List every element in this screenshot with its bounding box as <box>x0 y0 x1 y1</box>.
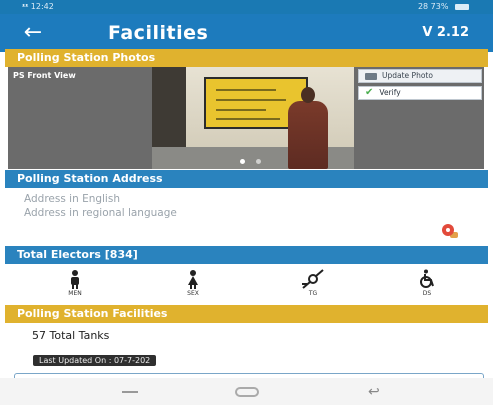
elector-third-gender: TG <box>283 269 343 297</box>
update-photo-label: Update Photo <box>382 71 433 80</box>
sign-line <box>216 118 280 120</box>
total-tanks-text: 57 Total Tanks <box>32 329 110 342</box>
person-head <box>301 87 315 103</box>
elector-men: MEN <box>45 269 105 297</box>
check-icon: ✔ <box>365 87 374 98</box>
back-button[interactable]: ← <box>18 20 48 46</box>
sign-line <box>216 99 286 101</box>
home-button[interactable] <box>232 384 262 400</box>
verify-label: Verify <box>379 88 401 97</box>
elector-label: MEN <box>68 290 82 297</box>
sign-line <box>216 109 266 111</box>
recents-icon <box>122 391 138 393</box>
section-header-address: Polling Station Address <box>5 170 488 188</box>
female-icon <box>188 270 198 289</box>
system-back-button[interactable]: ↩ <box>363 384 393 400</box>
battery-percent: 28 73% <box>417 2 451 11</box>
last-updated-badge: Last Updated On : 07-7-202 <box>33 355 157 366</box>
photo-person <box>278 87 338 169</box>
electors-row: MEN SEX TG DS <box>5 265 488 305</box>
wheelchair-icon <box>420 269 434 288</box>
photo-label: PS Front View <box>13 71 76 80</box>
elector-disabled: DS <box>397 269 457 297</box>
section-header-facilities: Polling Station Facilities <box>5 305 488 323</box>
verify-button[interactable]: ✔ Verify <box>358 86 482 100</box>
back-arrow-icon: ↩ <box>368 384 380 400</box>
address-regional: Address in regional language <box>24 207 177 219</box>
app-bar: ← Facilities V 2.12 <box>0 14 493 52</box>
photo-panel: PS Front View Update Photo ✔ Verify <box>8 67 484 169</box>
status-time: ᵜᵜ 12:42 <box>22 2 54 11</box>
elector-label: SEX <box>187 290 199 297</box>
sign-line <box>216 89 276 91</box>
section-header-photos: Polling Station Photos <box>5 49 488 67</box>
camera-icon <box>365 72 377 80</box>
elector-women: SEX <box>163 269 223 297</box>
status-bar: ᵜᵜ 12:42 28 73% <box>0 0 493 14</box>
status-battery: 28 73% <box>418 2 469 11</box>
home-icon <box>235 387 259 397</box>
person-body <box>288 101 328 169</box>
version-label: V 2.12 <box>422 25 469 40</box>
pager-dot <box>256 159 261 164</box>
pin-center <box>446 228 450 232</box>
elector-label: DS <box>422 290 432 297</box>
system-nav-bar: ↩ <box>0 378 493 405</box>
male-icon <box>71 270 79 289</box>
section-header-electors: Total Electors [834] <box>5 246 488 264</box>
battery-icon <box>455 3 469 10</box>
page-title: Facilities <box>108 22 209 44</box>
polling-station-photo[interactable] <box>152 67 354 169</box>
transgender-icon <box>302 269 324 289</box>
map-pin-icon[interactable] <box>442 224 458 240</box>
arrow-left-icon: ← <box>23 20 43 45</box>
update-photo-button[interactable]: Update Photo <box>358 69 482 83</box>
address-english: Address in English <box>24 193 120 205</box>
elector-label: TG <box>308 290 318 297</box>
recents-button[interactable] <box>115 384 145 400</box>
pager-dot-active <box>240 159 245 164</box>
